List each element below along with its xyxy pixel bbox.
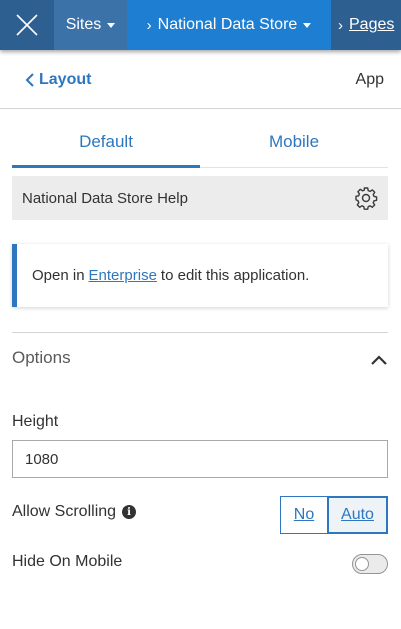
hide-on-mobile-label: Hide On Mobile bbox=[12, 553, 123, 570]
layout-back-label: Layout bbox=[39, 71, 92, 88]
options-section-title: Options bbox=[12, 348, 71, 367]
caret-down-icon bbox=[303, 23, 312, 28]
tab-mobile[interactable]: Mobile bbox=[200, 124, 388, 168]
enterprise-notice: Open in Enterprise to edit this applicat… bbox=[12, 244, 388, 307]
notice-prefix: Open in bbox=[32, 267, 85, 284]
notice-suffix: to edit this application. bbox=[160, 267, 310, 284]
pages-label: Pages bbox=[349, 16, 395, 33]
site-name-label: National Data Store bbox=[157, 16, 298, 33]
hide-on-mobile-toggle[interactable] bbox=[352, 554, 388, 574]
page-name: National Data Store Help bbox=[22, 189, 188, 207]
layout-back-link[interactable]: Layout bbox=[25, 69, 91, 91]
info-icon[interactable]: i bbox=[122, 505, 137, 519]
chevron-right-icon: › bbox=[338, 16, 343, 34]
top-nav-bar: Sites › National Data Store › Pages bbox=[0, 0, 401, 50]
height-input[interactable] bbox=[12, 440, 388, 478]
height-label: Height bbox=[12, 413, 59, 430]
gear-icon[interactable] bbox=[354, 186, 378, 210]
chevron-left-icon bbox=[25, 73, 34, 87]
scrolling-no-button[interactable]: No bbox=[280, 496, 328, 534]
pages-breadcrumb[interactable]: › Pages bbox=[331, 0, 401, 50]
sites-label: Sites bbox=[65, 16, 102, 33]
tab-default[interactable]: Default bbox=[12, 124, 200, 168]
close-icon bbox=[16, 14, 38, 36]
allow-scrolling-label: Allow Scrolling bbox=[12, 503, 117, 520]
chevron-right-icon: › bbox=[146, 16, 152, 34]
divider bbox=[0, 108, 401, 109]
close-button[interactable] bbox=[0, 0, 54, 50]
divider bbox=[12, 332, 388, 333]
allow-scrolling-label-group: Allow Scrolling i bbox=[12, 502, 137, 522]
chevron-up-icon[interactable] bbox=[369, 350, 389, 370]
site-dropdown[interactable]: › National Data Store bbox=[127, 0, 331, 50]
toggle-knob bbox=[355, 557, 369, 571]
scrolling-auto-button[interactable]: Auto bbox=[327, 496, 388, 534]
sites-dropdown[interactable]: Sites bbox=[54, 0, 127, 50]
caret-down-icon bbox=[107, 23, 116, 28]
page-settings-row: National Data Store Help bbox=[12, 176, 388, 220]
enterprise-link[interactable]: Enterprise bbox=[89, 267, 157, 284]
app-link[interactable]: App bbox=[356, 69, 384, 91]
